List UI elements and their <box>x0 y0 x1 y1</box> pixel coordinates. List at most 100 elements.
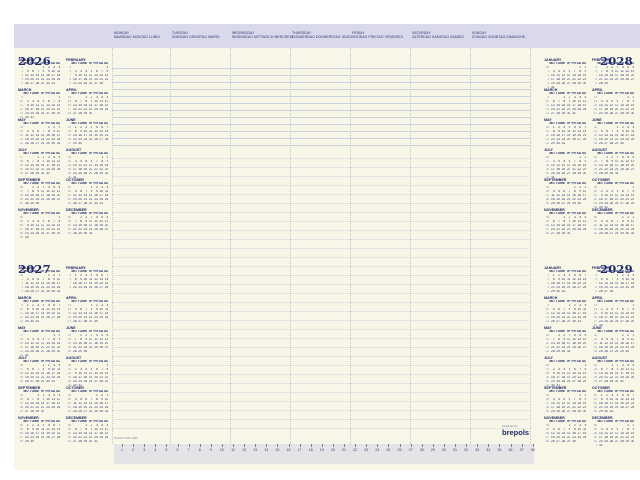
month-day-grid: MO TU WE TH FR SA SU 31 1 2 32 3 4 5 6 7 8 9 33 10 11 12 13 14 1… <box>66 152 110 179</box>
month-calendar: MAY MO TU WE TH FR SA SU 17 1 2 18 3 4 5 6 7 8 9 19 10 11 12 13… <box>18 326 62 358</box>
ruler-tick <box>199 444 201 447</box>
weekday-header-7: SUNDAY ZONDAG SONNTAG DIMANCHE <box>472 31 525 39</box>
dotted-line <box>112 248 530 249</box>
writing-line <box>112 89 530 90</box>
month-calendar: MAY MO TU WE TH FR SA SU 18 1 2 3 4 5 6 7 19 8 9 10 11 12 13 14… <box>544 118 588 146</box>
ruler-number: 10 <box>219 448 224 452</box>
month-day-grid: MO TU WE TH FR SA SU 48 1 2 49 3 4 5 6 7 8 9 50 10 11 12 13 14 1… <box>592 420 636 447</box>
calendar-day <box>55 410 60 414</box>
month-day-grid: MO TU WE TH FR SA SU 13 1 2 14 3 4 5 6 7 8 9 15 10 11 12 13 14 1… <box>592 92 636 115</box>
weekday-header-1: MONDAY MAANDAG MONTAG LUNDI <box>114 31 160 39</box>
month-calendar: FEBRUARY MO TU WE TH FR SA SU 5 1 2 3 4 5 6 7 6 8 9 10 11 12 1… <box>66 266 110 290</box>
calendar-day <box>629 172 634 176</box>
ruler-number: 35 <box>497 448 502 452</box>
day-column-divider <box>170 48 171 444</box>
calendar-day: 31 <box>104 409 109 413</box>
month-day-grid: MO TU WE TH FR SA SU 27 1 2 3 4 5 28 6 7 8 9 10 11 12 29 13 14 1… <box>18 152 62 175</box>
month-calendar: NOVEMBER MO TU WE TH FR SA SU 44 1 45 2 3 4 5 6 7 8 46 9 10 1… <box>18 208 62 240</box>
ruler-tick <box>499 444 501 447</box>
ruler-tick <box>366 444 368 447</box>
dotted-line <box>112 176 530 177</box>
month-calendar: MAY MO TU WE TH FR SA SU 18 1 2 3 4 5 6 19 7 8 9 10 11 12 13 20… <box>544 326 588 354</box>
dotted-line <box>112 383 530 384</box>
calendar-day: 30 <box>582 409 587 413</box>
ruler-tick <box>188 444 190 447</box>
month-calendar: NOVEMBER MO TU WE TH FR SA SU 44 1 2 3 4 45 5 6 7 8 9 10 11 4… <box>544 416 588 444</box>
ruler-number: 38 <box>530 448 535 452</box>
calendar-day <box>55 172 60 176</box>
weekday-header-2: TUESDAY DINSDAG DIENSTAG MARDI <box>172 31 220 39</box>
month-calendar: JUNE MO TU WE TH FR SA SU 22 1 2 3 4 23 5 6 7 8 9 10 11 24 12 1… <box>592 118 636 146</box>
month-calendar: NOVEMBER MO TU WE TH FR SA SU 44 1 2 3 4 5 6 7 45 8 9 10 11 1… <box>18 416 62 444</box>
calendar-day <box>103 112 108 116</box>
calendar-day <box>629 444 634 448</box>
month-day-grid: MO TU WE TH FR SA SU 44 1 2 3 4 5 6 7 45 8 9 10 11 12 13 14 46 1… <box>18 420 62 443</box>
dotted-line <box>112 167 530 168</box>
month-calendar: FEBRUARY MO TU WE TH FR SA SU 5 1 2 3 4 6 5 6 7 8 9 10 11 7 12… <box>592 266 636 294</box>
ruler-tick <box>321 444 323 447</box>
calendar-day <box>55 202 60 206</box>
ruler-tick <box>310 444 312 447</box>
dotted-line <box>112 212 530 213</box>
month-calendar: JULY MO TU WE TH FR SA SU 27 1 2 3 4 5 28 6 7 8 9 10 11 12 29 1… <box>18 148 62 176</box>
ruler-number: 18 <box>308 448 313 452</box>
calendar-day <box>55 440 60 444</box>
month-calendar: MARCH MO TU WE TH FR SA SU 9 1 2 3 4 5 10 6 7 8 9 10 11 12 11 1… <box>544 88 588 116</box>
ruler-tick <box>177 444 179 447</box>
month-day-grid: MO TU WE TH FR SA SU 49 1 2 3 4 5 6 50 7 8 9 10 11 12 13 51 14 1… <box>66 212 110 235</box>
month-calendar: OCTOBER MO TU WE TH FR SA SU 40 1 2 3 4 41 5 6 7 8 9 10 11 42… <box>66 178 110 206</box>
month-calendar: MARCH MO TU WE TH FR SA SU 9 1 2 3 4 10 5 6 7 8 9 10 11 11 12 1… <box>544 296 588 324</box>
month-day-grid: MO TU WE TH FR SA SU 14 1 2 3 4 5 15 6 7 8 9 10 11 12 16 13 14 1… <box>66 92 110 115</box>
month-day-grid: MO TU WE TH FR SA SU 39 1 2 3 40 4 5 6 7 8 9 10 41 11 12 13 14 1… <box>66 390 110 413</box>
calendar-day <box>103 82 108 86</box>
month-calendar: APRIL MO TU WE TH FR SA SU 14 1 2 3 4 5 15 6 7 8 9 10 11 12 16… <box>66 88 110 116</box>
month-calendar: FEBRUARY MO TU WE TH FR SA SU 5 1 2 3 4 5 6 6 7 8 9 10 11 12 1… <box>592 58 636 86</box>
ruler-tick <box>477 444 479 447</box>
ruler-number: 17 <box>297 448 302 452</box>
month-calendar: APRIL MO TU WE TH FR SA SU 13 1 14 2 3 4 5 6 7 8 15 9 10 11 12… <box>592 296 636 328</box>
ruler-number: 1 <box>121 448 123 452</box>
ruler-tick <box>332 444 334 447</box>
month-day-grid: MO TU WE TH FR SA SU 9 1 2 3 4 10 5 6 7 8 9 10 11 11 12 13 14 15… <box>544 300 588 323</box>
dotted-line <box>112 221 530 222</box>
month-calendar: MARCH MO TU WE TH FR SA SU 9 1 10 2 3 4 5 6 7 8 11 9 10 11 12 1… <box>18 88 62 120</box>
month-day-grid: MO TU WE TH FR SA SU 35 1 2 3 4 5 36 6 7 8 9 10 11 12 37 13 14 1… <box>18 390 62 413</box>
ruler-tick <box>388 444 390 447</box>
ruler-number: 37 <box>519 448 524 452</box>
ruler-number: 15 <box>275 448 280 452</box>
weekday-translations: VRIJDAG FREITAG VENDREDI <box>352 35 403 40</box>
ruler-tick <box>421 444 423 447</box>
dotted-line <box>112 185 530 186</box>
dotted-line <box>112 365 530 366</box>
month-day-grid: MO TU WE TH FR SA SU 35 1 2 36 3 4 5 6 7 8 9 37 10 11 12 13 14 1… <box>544 390 588 413</box>
month-day-grid: MO TU WE TH FR SA SU 9 1 2 3 4 5 6 7 10 8 9 10 11 12 13 14 11 15… <box>18 300 62 323</box>
ruler-tick <box>233 444 234 447</box>
calendar-day <box>581 232 586 236</box>
ruler-number: 33 <box>475 448 480 452</box>
month-day-grid: MO TU WE TH FR SA SU 36 1 2 3 4 5 6 37 7 8 9 10 11 12 13 38 14 1… <box>18 182 62 205</box>
month-day-grid: MO TU WE TH FR SA SU 18 1 2 3 4 5 6 7 19 8 9 10 11 12 13 14 20 1… <box>544 122 588 145</box>
writing-line <box>112 124 530 125</box>
calendar-day <box>581 290 586 294</box>
ruler-number: 11 <box>231 448 235 452</box>
writing-line <box>112 131 530 132</box>
month-day-grid: MO TU WE TH FR SA SU 44 1 2 3 4 45 5 6 7 8 9 10 11 46 12 13 14 1… <box>544 420 588 443</box>
weekday-header-6: SATURDAY ZATERDAG SAMSTAG SAMEDI <box>412 31 464 39</box>
ruler-tick <box>399 444 401 447</box>
ruler-number: 3 <box>143 448 146 452</box>
calendar-day <box>629 410 634 414</box>
calendar-day <box>581 202 586 206</box>
dotted-line <box>112 338 530 339</box>
month-calendar: AUGUST MO TU WE TH FR SA SU 31 1 2 3 4 5 6 32 7 8 9 10 11 12 1… <box>592 148 636 176</box>
ruler-number: 28 <box>419 448 424 452</box>
month-calendar: NOVEMBER MO TU WE TH FR SA SU 44 1 2 3 4 5 45 6 7 8 9 10 11 1… <box>544 208 588 236</box>
writing-line <box>112 145 530 146</box>
dotted-line <box>112 329 530 330</box>
month-calendar: JANUARY MO TU WE TH FR SA SU 53 1 2 3 1 4 5 6 7 8 9 10 2 11 12… <box>18 266 62 294</box>
month-day-grid: MO TU WE TH FR SA SU 23 1 2 3 4 5 6 7 24 8 9 10 11 12 13 14 25 1… <box>66 122 110 145</box>
month-calendar: FEBRUARY MO TU WE TH FR SA SU 5 1 6 2 3 4 5 6 7 8 7 9 10 11 12… <box>66 58 110 86</box>
ruler-number: 14 <box>264 448 269 452</box>
ruler-number: 34 <box>486 448 491 452</box>
month-calendar: SEPTEMBER MO TU WE TH FR SA SU 36 1 2 3 4 5 6 37 7 8 9 10 11… <box>18 178 62 206</box>
writing-line <box>112 82 530 83</box>
